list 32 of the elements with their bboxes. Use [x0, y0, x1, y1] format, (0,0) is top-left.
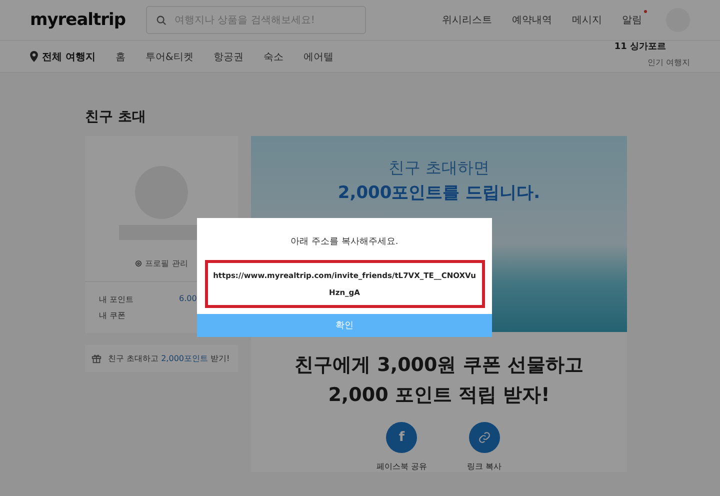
logo[interactable]: myrealtrip [30, 10, 126, 30]
nav-tab[interactable]: 에어텔 [303, 50, 334, 64]
invite-text: 친구 초대하고 2,000포인트 받기! [108, 353, 230, 364]
share-button[interactable]: f 페이스북 공유 [376, 422, 427, 472]
menu-link[interactable]: 메시지 [572, 13, 602, 27]
stat-label: 내 쿠폰 [99, 310, 127, 321]
location-label: 전체 여행지 [42, 50, 96, 64]
search-icon [156, 15, 167, 26]
gift-icon [91, 353, 102, 364]
facebook-icon: f [398, 430, 405, 445]
link-icon [478, 431, 491, 444]
menu-link[interactable]: 예약내역 [512, 13, 552, 27]
location-link[interactable]: 전체 여행지 [30, 50, 96, 64]
dialog-message: 아래 주소를 복사해주세요. [290, 236, 398, 248]
stat-label: 내 포인트 [99, 294, 135, 305]
nav-tab[interactable]: 숙소 [263, 50, 284, 64]
menu-link[interactable]: 알림 [622, 13, 642, 27]
headline: 2,000 포인트 적립 받자! [328, 383, 550, 408]
pin-icon [30, 51, 38, 62]
nav-tab[interactable]: 홈 [115, 50, 126, 64]
popular-label: 인기 여행지 [647, 57, 690, 68]
menu-link[interactable]: 위시리스트 [442, 13, 492, 27]
headline: 친구에게 3,000원 쿠폰 선물하고 [294, 353, 584, 378]
banner-text: 친구 초대하면 [388, 158, 490, 179]
profile-manage-link[interactable]: 프로필 관리 [135, 258, 188, 269]
popular-item[interactable]: 11 싱가포르 [614, 40, 666, 53]
banner-heading: 2,000포인트를 드립니다. [338, 182, 540, 204]
stat-value: 6.00 [179, 294, 197, 305]
nav-tab[interactable]: 항공권 [213, 50, 244, 64]
invite-banner[interactable]: 친구 초대하고 2,000포인트 받기! [85, 345, 238, 372]
page-title: 친구 초대 [85, 108, 147, 126]
nav-tab[interactable]: 투어&티켓 [145, 50, 194, 64]
